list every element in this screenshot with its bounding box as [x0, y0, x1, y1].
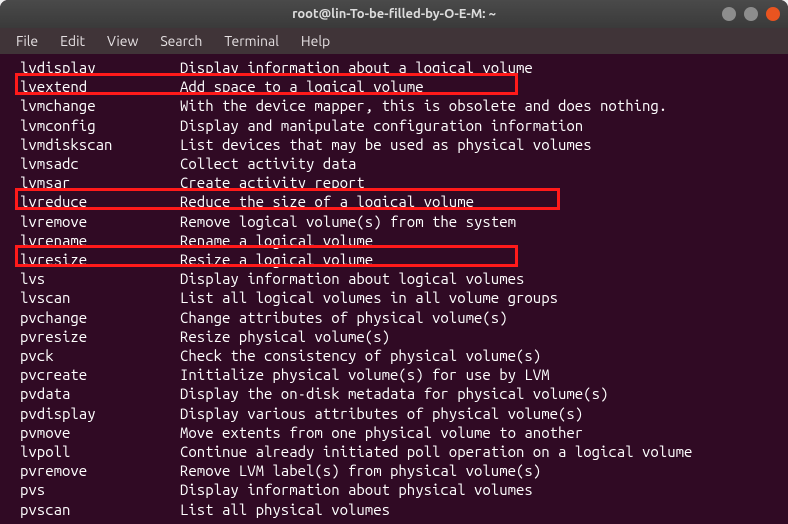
- command-description: Create activity report: [180, 174, 365, 191]
- command-name: pvcreate: [20, 365, 180, 384]
- command-name: pvmove: [20, 423, 180, 442]
- command-description: Reduce the size of a logical volume: [180, 193, 474, 210]
- terminal-line: pvchangeChange attributes of physical vo…: [0, 308, 788, 327]
- terminal-line: lvextendAdd space to a logical volume: [0, 77, 788, 96]
- terminal-line: lvscanList all logical volumes in all vo…: [0, 288, 788, 307]
- terminal-line: lvrenameRename a logical volume: [0, 231, 788, 250]
- command-description: Add space to a logical volume: [180, 78, 424, 95]
- menu-help[interactable]: Help: [291, 30, 340, 52]
- command-description: Initialize physical volume(s) for use by…: [180, 366, 550, 383]
- terminal-line: pvmoveMove extents from one physical vol…: [0, 423, 788, 442]
- command-name: pvdisplay: [20, 404, 180, 423]
- command-name: pvscan: [20, 500, 180, 519]
- command-name: pvresize: [20, 327, 180, 346]
- command-description: Display information about logical volume…: [180, 270, 524, 287]
- command-name: pvs: [20, 480, 180, 499]
- command-name: pvremove: [20, 461, 180, 480]
- terminal-line: pvresizeResize physical volume(s): [0, 327, 788, 346]
- command-name: lvextend: [20, 77, 180, 96]
- maximize-button[interactable]: [744, 7, 758, 21]
- command-description: Change attributes of physical volume(s): [180, 309, 508, 326]
- command-description: Continue already initiated poll operatio…: [180, 443, 692, 460]
- terminal-line: pvremoveRemove LVM label(s) from physica…: [0, 461, 788, 480]
- menu-terminal[interactable]: Terminal: [214, 30, 289, 52]
- command-name: lvmchange: [20, 96, 180, 115]
- command-name: lvmsar: [20, 173, 180, 192]
- minimize-button[interactable]: [722, 7, 736, 21]
- terminal-line: lvreduceReduce the size of a logical vol…: [0, 192, 788, 211]
- command-name: lvremove: [20, 212, 180, 231]
- terminal-line: lvmconfigDisplay and manipulate configur…: [0, 116, 788, 135]
- command-description: Move extents from one physical volume to…: [180, 424, 583, 441]
- terminal-line: pvcreateInitialize physical volume(s) fo…: [0, 365, 788, 384]
- terminal-line: pvckCheck the consistency of physical vo…: [0, 346, 788, 365]
- terminal-window: root@lin-To-be-filled-by-O-E-M: ~ File E…: [0, 0, 788, 524]
- command-name: lvscan: [20, 288, 180, 307]
- command-description: Collect activity data: [180, 155, 356, 172]
- menu-file[interactable]: File: [6, 30, 48, 52]
- menu-search[interactable]: Search: [150, 30, 212, 52]
- command-name: pvck: [20, 346, 180, 365]
- command-description: With the device mapper, this is obsolete…: [180, 97, 667, 114]
- command-name: pvchange: [20, 308, 180, 327]
- terminal-line: lvmdiskscanList devices that may be used…: [0, 135, 788, 154]
- command-name: lvresize: [20, 250, 180, 269]
- command-name: lvdisplay: [20, 58, 180, 77]
- command-description: List devices that may be used as physica…: [180, 136, 592, 153]
- command-description: Display information about a logical volu…: [180, 59, 533, 76]
- command-name: lvrename: [20, 231, 180, 250]
- command-description: Check the consistency of physical volume…: [180, 347, 541, 364]
- command-description: Display and manipulate configuration inf…: [180, 117, 583, 134]
- window-controls: [722, 7, 780, 21]
- command-description: Remove logical volume(s) from the system: [180, 213, 516, 230]
- command-name: lvpoll: [20, 442, 180, 461]
- command-description: Remove LVM label(s) from physical volume…: [180, 462, 541, 479]
- terminal-content[interactable]: lvdisplayDisplay information about a log…: [0, 54, 788, 524]
- command-name: lvmsadc: [20, 154, 180, 173]
- terminal-line: pvdataDisplay the on-disk metadata for p…: [0, 384, 788, 403]
- window-title: root@lin-To-be-filled-by-O-E-M: ~: [292, 7, 496, 21]
- terminal-line: lvmsarCreate activity report: [0, 173, 788, 192]
- command-description: List all logical volumes in all volume g…: [180, 289, 558, 306]
- terminal-line: lvdisplayDisplay information about a log…: [0, 58, 788, 77]
- terminal-line: lvremoveRemove logical volume(s) from th…: [0, 212, 788, 231]
- terminal-line: lvmchangeWith the device mapper, this is…: [0, 96, 788, 115]
- command-description: List all physical volumes: [180, 501, 390, 518]
- terminal-line: pvsDisplay information about physical vo…: [0, 480, 788, 499]
- terminal-line: lvmsadcCollect activity data: [0, 154, 788, 173]
- terminal-line: pvscanList all physical volumes: [0, 500, 788, 519]
- command-name: lvmconfig: [20, 116, 180, 135]
- menu-view[interactable]: View: [97, 30, 148, 52]
- close-button[interactable]: [766, 7, 780, 21]
- command-description: Display various attributes of physical v…: [180, 405, 583, 422]
- command-name: pvdata: [20, 384, 180, 403]
- menu-edit[interactable]: Edit: [50, 30, 95, 52]
- terminal-line: lvpollContinue already initiated poll op…: [0, 442, 788, 461]
- menubar: File Edit View Search Terminal Help: [0, 28, 788, 54]
- command-name: lvs: [20, 269, 180, 288]
- titlebar[interactable]: root@lin-To-be-filled-by-O-E-M: ~: [0, 0, 788, 28]
- terminal-line: pvdisplayDisplay various attributes of p…: [0, 404, 788, 423]
- command-description: Display information about physical volum…: [180, 481, 533, 498]
- command-description: Rename a logical volume: [180, 232, 373, 249]
- command-description: Resize a logical volume: [180, 251, 373, 268]
- command-name: lvmdiskscan: [20, 135, 180, 154]
- command-description: Resize physical volume(s): [180, 328, 390, 345]
- terminal-line: lvsDisplay information about logical vol…: [0, 269, 788, 288]
- command-description: Display the on-disk metadata for physica…: [180, 385, 608, 402]
- command-name: lvreduce: [20, 192, 180, 211]
- terminal-line: lvresizeResize a logical volume: [0, 250, 788, 269]
